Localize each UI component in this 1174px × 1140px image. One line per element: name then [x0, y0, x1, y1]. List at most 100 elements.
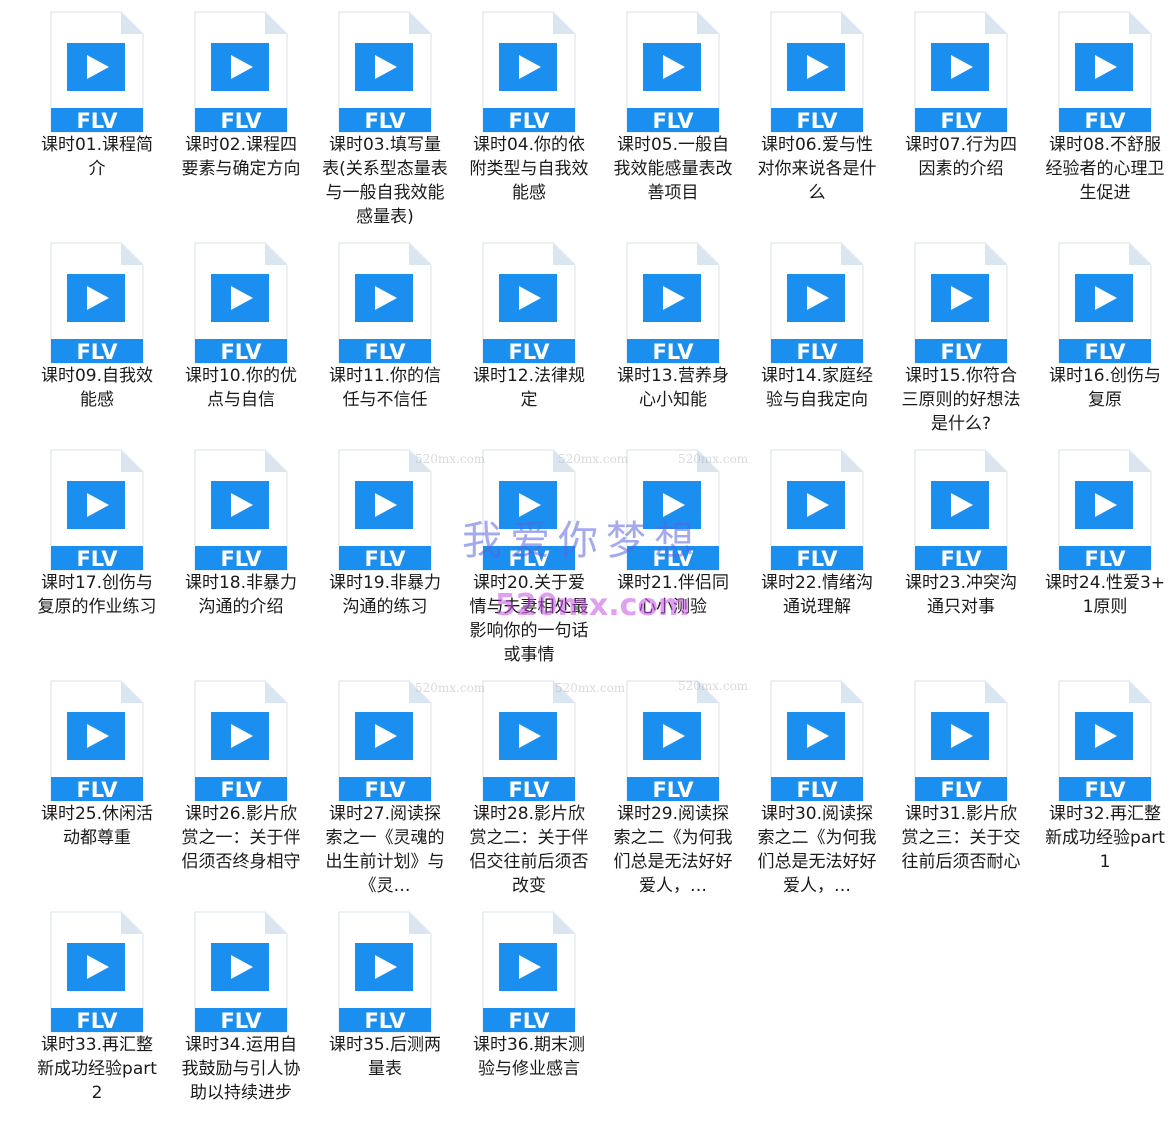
file-name: 课时27.阅读探索之一《灵魂的出生前计划》与《灵… [325, 804, 445, 896]
file-name: 课时10.你的优点与自信 [184, 366, 298, 410]
file-type-label: FLV [220, 109, 262, 133]
file-name: 课时11.你的信任与不信任 [328, 366, 442, 410]
file-type-label: FLV [364, 340, 406, 364]
file-item[interactable]: FLV 课时18.非暴力沟通的介绍 [169, 446, 313, 677]
file-item[interactable]: FLV 课时09.自我效能感 [25, 239, 169, 446]
file-item[interactable]: FLV 课时28.影片欣赏之二：关于伴侣交往前后须否改变 [457, 677, 601, 908]
flv-video-file-icon: FLV [911, 239, 1011, 365]
file-item[interactable]: FLV 课时04.你的依附类型与自我效能感 [457, 8, 601, 239]
file-name: 课时25.休闲活动都尊重 [40, 804, 154, 848]
file-item[interactable]: FLV 课时20.关于爱情与夫妻相处最影响你的一句话或事情 [457, 446, 601, 677]
flv-video-file-icon: FLV [335, 239, 435, 365]
flv-video-file-icon: FLV [47, 8, 147, 134]
file-type-label: FLV [940, 778, 982, 802]
file-name: 课时28.影片欣赏之二：关于伴侣交往前后须否改变 [469, 804, 589, 896]
file-name: 课时24.性爱3+1原则 [1044, 573, 1166, 617]
file-type-label: FLV [1084, 340, 1126, 364]
flv-video-file-icon: FLV [191, 677, 291, 803]
file-name: 课时18.非暴力沟通的介绍 [184, 573, 298, 617]
file-name: 课时22.情绪沟通说理解 [760, 573, 874, 617]
file-type-label: FLV [940, 109, 982, 133]
file-type-label: FLV [652, 778, 694, 802]
file-name: 课时13.营养身心小知能 [616, 366, 730, 410]
file-item[interactable]: FLV 课时36.期末测验与修业感言 [457, 908, 601, 1138]
file-item[interactable]: FLV 课时07.行为四因素的介绍 [889, 8, 1033, 239]
file-item[interactable]: FLV 课时06.爱与性对你来说各是什么 [745, 8, 889, 239]
file-item[interactable]: FLV 课时11.你的信任与不信任 [313, 239, 457, 446]
file-name: 课时33.再汇整新成功经验part2 [37, 1035, 157, 1103]
file-type-label: FLV [652, 340, 694, 364]
file-item[interactable]: FLV 课时02.课程四要素与确定方向 [169, 8, 313, 239]
file-item[interactable]: FLV 课时24.性爱3+1原则 [1033, 446, 1174, 677]
file-type-label: FLV [508, 778, 550, 802]
file-item[interactable]: FLV 课时23.冲突沟通只对事 [889, 446, 1033, 677]
flv-video-file-icon: FLV [623, 446, 723, 572]
file-type-label: FLV [364, 778, 406, 802]
file-item[interactable]: FLV 课时14.家庭经验与自我定向 [745, 239, 889, 446]
file-item[interactable]: FLV 课时15.你符合三原则的好想法是什么? [889, 239, 1033, 446]
flv-video-file-icon: FLV [911, 677, 1011, 803]
file-item[interactable]: FLV 课时01.课程简介 [25, 8, 169, 239]
file-name: 课时03.填写量表(关系型态量表与一般自我效能感量表) [322, 135, 448, 227]
file-name: 课时14.家庭经验与自我定向 [760, 366, 874, 410]
flv-video-file-icon: FLV [335, 8, 435, 134]
flv-video-file-icon: FLV [335, 677, 435, 803]
file-name: 课时12.法律规定 [472, 366, 586, 410]
flv-video-file-icon: FLV [191, 8, 291, 134]
flv-video-file-icon: FLV [335, 908, 435, 1034]
file-item[interactable]: FLV 课时21.伴侣同心小测验 [601, 446, 745, 677]
file-name: 课时06.爱与性对你来说各是什么 [757, 135, 877, 203]
file-item[interactable]: FLV 课时22.情绪沟通说理解 [745, 446, 889, 677]
file-item[interactable]: FLV 课时10.你的优点与自信 [169, 239, 313, 446]
flv-video-file-icon: FLV [911, 8, 1011, 134]
file-item[interactable]: FLV 课时16.创伤与复原 [1033, 239, 1174, 446]
file-name: 课时02.课程四要素与确定方向 [181, 135, 301, 179]
flv-video-file-icon: FLV [479, 8, 579, 134]
file-item[interactable]: FLV 课时25.休闲活动都尊重 [25, 677, 169, 908]
file-grid: FLV 课时01.课程简介 FLV 课时02.课程四要素与确定方向 FLV 课时03.填写… [25, 8, 1174, 1138]
file-type-label: FLV [508, 109, 550, 133]
file-name: 课时19.非暴力沟通的练习 [328, 573, 442, 617]
flv-video-file-icon: FLV [767, 8, 867, 134]
flv-video-file-icon: FLV [191, 446, 291, 572]
file-type-label: FLV [652, 547, 694, 571]
file-type-label: FLV [1084, 547, 1126, 571]
file-type-label: FLV [76, 778, 118, 802]
flv-video-file-icon: FLV [479, 446, 579, 572]
file-item[interactable]: FLV 课时29.阅读探索之二《为何我们总是无法好好爱人，… [601, 677, 745, 908]
flv-video-file-icon: FLV [191, 908, 291, 1034]
file-item[interactable]: FLV 课时34.运用自我鼓励与引人协助以持续进步 [169, 908, 313, 1138]
file-type-label: FLV [796, 778, 838, 802]
file-name: 课时36.期末测验与修业感言 [472, 1035, 586, 1079]
file-item[interactable]: FLV 课时17.创伤与复原的作业练习 [25, 446, 169, 677]
file-item[interactable]: FLV 课时35.后测两量表 [313, 908, 457, 1138]
file-item[interactable]: FLV 课时26.影片欣赏之一：关于伴侣须否终身相守 [169, 677, 313, 908]
file-item[interactable]: FLV 课时30.阅读探索之二《为何我们总是无法好好爱人，… [745, 677, 889, 908]
flv-video-file-icon: FLV [767, 239, 867, 365]
file-item[interactable]: FLV 课时33.再汇整新成功经验part2 [25, 908, 169, 1138]
file-item[interactable]: FLV 课时12.法律规定 [457, 239, 601, 446]
file-item[interactable]: FLV 课时13.营养身心小知能 [601, 239, 745, 446]
flv-video-file-icon: FLV [767, 677, 867, 803]
file-item[interactable]: FLV 课时19.非暴力沟通的练习 [313, 446, 457, 677]
file-item[interactable]: FLV 课时08.不舒服经验者的心理卫生促进 [1033, 8, 1174, 239]
file-item[interactable]: FLV 课时31.影片欣赏之三：关于交往前后须否耐心 [889, 677, 1033, 908]
file-item[interactable]: FLV 课时32.再汇整新成功经验part1 [1033, 677, 1174, 908]
file-name: 课时35.后测两量表 [328, 1035, 442, 1079]
file-type-label: FLV [76, 109, 118, 133]
file-type-label: FLV [76, 1009, 118, 1033]
file-type-label: FLV [796, 340, 838, 364]
flv-video-file-icon: FLV [47, 239, 147, 365]
file-type-label: FLV [220, 1009, 262, 1033]
file-type-label: FLV [508, 340, 550, 364]
file-item[interactable]: FLV 课时27.阅读探索之一《灵魂的出生前计划》与《灵… [313, 677, 457, 908]
file-type-label: FLV [76, 547, 118, 571]
file-item[interactable]: FLV 课时05.一般自我效能感量表改善项目 [601, 8, 745, 239]
file-name: 课时16.创伤与复原 [1048, 366, 1162, 410]
file-name: 课时26.影片欣赏之一：关于伴侣须否终身相守 [181, 804, 301, 872]
file-name: 课时05.一般自我效能感量表改善项目 [613, 135, 733, 203]
flv-video-file-icon: FLV [335, 446, 435, 572]
flv-video-file-icon: FLV [623, 677, 723, 803]
file-item[interactable]: FLV 课时03.填写量表(关系型态量表与一般自我效能感量表) [313, 8, 457, 239]
flv-video-file-icon: FLV [479, 908, 579, 1034]
